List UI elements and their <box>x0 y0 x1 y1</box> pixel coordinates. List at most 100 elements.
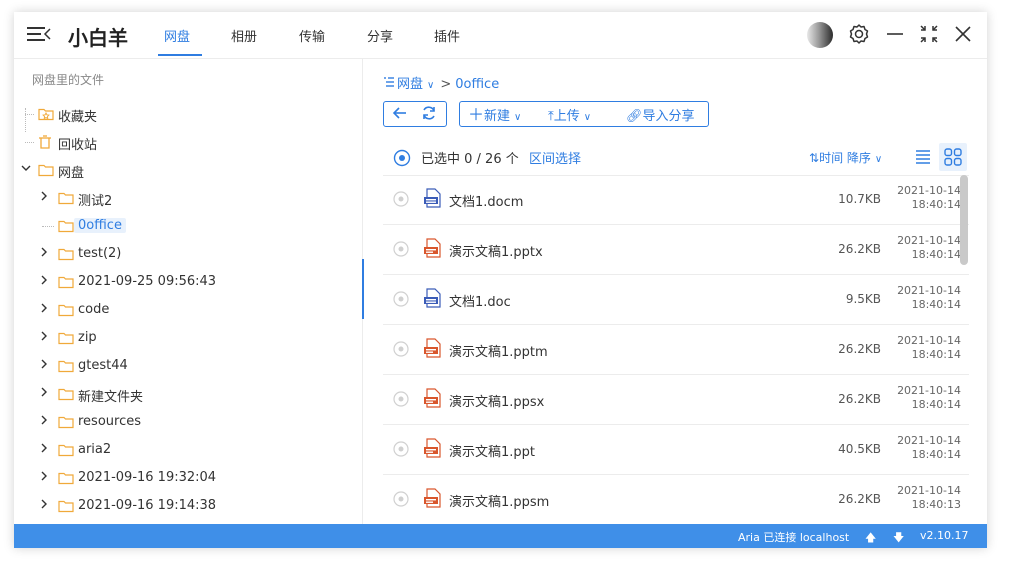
tab-4[interactable]: 插件 <box>434 26 460 45</box>
gear-icon[interactable] <box>847 22 871 46</box>
row-select-radio[interactable] <box>393 341 409 357</box>
row-select-radio[interactable] <box>393 491 409 507</box>
chevron-right-icon[interactable] <box>38 414 52 428</box>
star-folder-icon <box>38 107 54 125</box>
row-select-radio[interactable] <box>393 291 409 307</box>
aria-status: Aria 已连接 localhost <box>738 531 850 544</box>
refresh-icon[interactable] <box>420 104 438 126</box>
sidebar-item-10[interactable]: 新建文件夹 <box>14 383 354 405</box>
folder-icon <box>38 163 54 181</box>
grid-view-icon[interactable] <box>939 143 967 171</box>
sidebar-item-4[interactable]: 0office <box>14 215 354 237</box>
chevron-right-icon[interactable] <box>38 246 52 260</box>
chevron-right-icon[interactable] <box>38 358 52 372</box>
plus-icon: ＋ <box>468 105 485 124</box>
back-arrow-icon[interactable] <box>392 104 408 126</box>
sidebar-item-13[interactable]: 2021-09-16 19:32:04 <box>14 467 354 489</box>
row-select-radio[interactable] <box>393 391 409 407</box>
file-size: 9.5KB <box>845 292 881 306</box>
chevron-down-icon[interactable] <box>20 162 34 176</box>
minimize-icon[interactable] <box>883 22 907 46</box>
select-all-radio[interactable] <box>393 149 411 171</box>
row-select-radio[interactable] <box>393 441 409 457</box>
file-row[interactable]: 演示文稿1.ppsm 26.2KB 2021-10-14 18:40:13 <box>383 475 969 525</box>
folder-icon <box>58 247 74 265</box>
chevron-right-icon[interactable] <box>38 498 52 512</box>
file-name[interactable]: 文档1.docm <box>449 191 523 210</box>
file-row[interactable]: 演示文稿1.ppt 40.5KB 2021-10-14 18:40:14 <box>383 425 969 475</box>
breadcrumb-root[interactable]: 网盘 <box>397 77 423 92</box>
sidebar-item-1[interactable]: 回收站 <box>14 131 354 153</box>
file-time: 18:40:14 <box>911 398 961 411</box>
tab-0[interactable]: 网盘 <box>164 26 190 45</box>
range-select-link[interactable]: 区间选择 <box>529 148 581 167</box>
sidebar-item-12[interactable]: aria2 <box>14 439 354 461</box>
tab-3[interactable]: 分享 <box>367 26 393 45</box>
file-size: 40.5KB <box>838 442 881 456</box>
chevron-right-icon[interactable] <box>38 470 52 484</box>
row-select-radio[interactable] <box>393 241 409 257</box>
file-row[interactable]: 演示文稿1.pptx 26.2KB 2021-10-14 18:40:14 <box>383 225 969 275</box>
sidebar-item-9[interactable]: gtest44 <box>14 355 354 377</box>
chevron-right-icon[interactable] <box>38 302 52 316</box>
fullscreen-icon[interactable] <box>917 22 941 46</box>
sidebar-item-2[interactable]: 网盘 <box>14 159 354 181</box>
chevron-right-icon[interactable] <box>38 330 52 344</box>
file-time: 18:40:14 <box>911 448 961 461</box>
folder-icon <box>58 191 74 209</box>
new-button[interactable]: ＋新建 ∨ <box>468 105 521 125</box>
folder-icon <box>58 471 74 489</box>
file-name[interactable]: 演示文稿1.ppsm <box>449 491 549 510</box>
sidebar-item-label: 网盘 <box>58 166 85 181</box>
file-name[interactable]: 演示文稿1.pptx <box>449 241 543 260</box>
sidebar-item-11[interactable]: resources <box>14 411 354 433</box>
file-modified: 2021-10-14 18:40:14 <box>881 284 961 312</box>
row-select-radio[interactable] <box>393 191 409 207</box>
upload-arrow-icon[interactable]: 🡅 <box>865 529 876 548</box>
close-icon[interactable] <box>951 22 975 46</box>
tab-2[interactable]: 传输 <box>299 26 325 45</box>
file-size: 26.2KB <box>838 342 881 356</box>
breadcrumb-current[interactable]: 0office <box>455 77 499 92</box>
sidebar-item-3[interactable]: 测试2 <box>14 187 354 209</box>
list-view-icon[interactable] <box>909 143 937 171</box>
chevron-right-icon[interactable] <box>38 274 52 288</box>
sidebar-item-label: 0office <box>74 218 126 233</box>
sidebar-item-8[interactable]: zip <box>14 327 354 349</box>
file-time: 18:40:13 <box>911 498 961 511</box>
folder-tree-sidebar: 网盘里的文件 收藏夹 回收站 网盘 测试2 0office test(2) 2021-09-… <box>14 59 363 524</box>
folder-icon <box>58 359 74 377</box>
sidebar-item-5[interactable]: test(2) <box>14 243 354 265</box>
tree-connector <box>25 142 34 144</box>
import-share-button[interactable]: 🔗︎导入分享 <box>626 105 695 124</box>
file-name[interactable]: 文档1.doc <box>449 291 511 310</box>
avatar[interactable] <box>807 22 833 48</box>
file-date: 2021-10-14 <box>897 234 961 247</box>
chevron-down-icon[interactable]: ∨ <box>427 80 434 91</box>
sort-dropdown[interactable]: ⇅时间 降序 ∨ <box>809 149 882 166</box>
tree-toggle-icon[interactable] <box>383 76 397 92</box>
upload-button[interactable]: ⤒上传 ∨ <box>548 105 591 124</box>
file-modified: 2021-10-14 18:40:14 <box>881 234 961 262</box>
file-row[interactable]: 文档1.doc 9.5KB 2021-10-14 18:40:14 <box>383 275 969 325</box>
file-list: 文档1.docm 10.7KB 2021-10-14 18:40:14 演示文稿1.pp… <box>383 175 969 527</box>
ppt-file-icon <box>423 238 443 258</box>
chevron-right-icon[interactable] <box>38 442 52 456</box>
sidebar-item-7[interactable]: code <box>14 299 354 321</box>
file-row[interactable]: 演示文稿1.ppsx 26.2KB 2021-10-14 18:40:14 <box>383 375 969 425</box>
file-name[interactable]: 演示文稿1.ppsx <box>449 391 544 410</box>
file-row[interactable]: 演示文稿1.pptm 26.2KB 2021-10-14 18:40:14 <box>383 325 969 375</box>
sidebar-item-0[interactable]: 收藏夹 <box>14 103 354 125</box>
menu-collapse-icon[interactable] <box>27 23 51 45</box>
chevron-right-icon[interactable] <box>38 386 52 400</box>
chevron-right-icon[interactable] <box>38 190 52 204</box>
file-list-scrollbar[interactable] <box>960 175 968 265</box>
file-name[interactable]: 演示文稿1.pptm <box>449 341 548 360</box>
file-row[interactable]: 文档1.docm 10.7KB 2021-10-14 18:40:14 <box>383 175 969 225</box>
tab-1[interactable]: 相册 <box>231 26 257 45</box>
sidebar-item-6[interactable]: 2021-09-25 09:56:43 <box>14 271 354 293</box>
sidebar-item-14[interactable]: 2021-09-16 19:14:38 <box>14 495 354 517</box>
download-arrow-icon[interactable]: 🡇 <box>893 529 904 548</box>
file-name[interactable]: 演示文稿1.ppt <box>449 441 535 460</box>
sort-icon: ⇅ <box>809 151 820 165</box>
